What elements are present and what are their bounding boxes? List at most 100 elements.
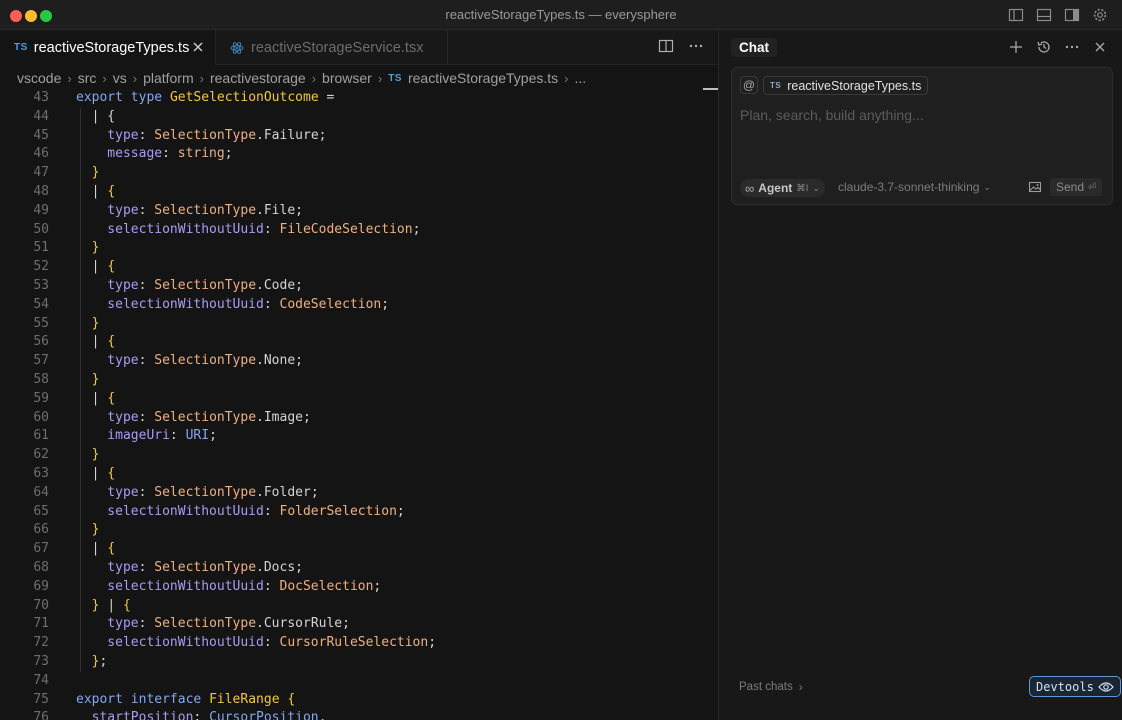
line-number: 63 [33, 466, 49, 481]
devtools-button[interactable]: Devtools [1029, 676, 1121, 697]
code-line[interactable]: 70 } | { [0, 597, 718, 616]
line-number: 43 [33, 90, 49, 105]
more-actions-icon[interactable] [688, 38, 704, 59]
tab-reactive-storage-service[interactable]: reactiveStorageService.tsx [216, 30, 448, 65]
breadcrumb-item[interactable]: vs [113, 70, 127, 86]
code-line[interactable]: 72 selectionWithoutUuid: CursorRuleSelec… [0, 634, 718, 653]
code-line[interactable]: 46 message: string; [0, 145, 718, 164]
model-selector[interactable]: claude-3.7-sonnet-thinking ⌄ [838, 180, 991, 194]
code-line[interactable]: 62 } [0, 446, 718, 465]
close-icon[interactable] [1092, 39, 1108, 55]
code-line[interactable]: 45 type: SelectionType.Failure; [0, 127, 718, 146]
line-content: } | { [76, 597, 131, 613]
past-chats-link[interactable]: Past chats › [739, 680, 803, 694]
agent-mode-button[interactable]: ∞ Agent ⌘I ⌄ [740, 179, 825, 197]
code-line[interactable]: 56 | { [0, 333, 718, 352]
context-file-chip[interactable]: TS reactiveStorageTypes.ts [763, 76, 929, 95]
code-line[interactable]: 52 | { [0, 258, 718, 277]
chat-input[interactable] [740, 104, 1100, 126]
code-line[interactable]: 50 selectionWithoutUuid: FileCodeSelecti… [0, 221, 718, 240]
code-line[interactable]: 51 } [0, 239, 718, 258]
code-line[interactable]: 76 startPosition: CursorPosition, [0, 709, 718, 720]
code-line[interactable]: 47 } [0, 164, 718, 183]
line-number: 76 [33, 710, 49, 720]
line-number: 75 [33, 691, 49, 707]
code-line[interactable]: 66 } [0, 521, 718, 540]
line-number: 66 [33, 522, 49, 538]
model-label: claude-3.7-sonnet-thinking [838, 180, 980, 194]
code-line[interactable]: 71 type: SelectionType.CursorRule; [0, 615, 718, 634]
code-line[interactable]: 58 } [0, 371, 718, 390]
breadcrumb-file[interactable]: reactiveStorageTypes.ts [408, 70, 558, 86]
line-number: 68 [33, 560, 49, 575]
code-line[interactable]: 60 type: SelectionType.Image; [0, 409, 718, 428]
line-content: imageUri: URI; [76, 428, 217, 444]
line-content: | { [76, 259, 116, 275]
more-actions-icon[interactable] [1064, 39, 1080, 55]
devtools-label: Devtools [1036, 679, 1094, 694]
chevron-right-icon: › [798, 680, 803, 694]
code-line[interactable]: 54 selectionWithoutUuid: CodeSelection; [0, 296, 718, 315]
chat-tab[interactable]: Chat [731, 38, 777, 57]
breadcrumb-ellipsis[interactable]: ... [575, 70, 587, 86]
code-line[interactable]: 48 | { [0, 183, 718, 202]
split-editor-icon[interactable] [658, 38, 674, 59]
image-attach-icon[interactable] [1028, 180, 1042, 194]
code-line[interactable]: 68 type: SelectionType.Docs; [0, 559, 718, 578]
code-line[interactable]: 63 | { [0, 465, 718, 484]
toggle-panel-icon[interactable] [1034, 5, 1054, 25]
breadcrumb-item[interactable]: platform [143, 70, 194, 86]
chat-history-icon[interactable] [1036, 39, 1052, 55]
line-content: type: SelectionType.Failure; [76, 127, 327, 143]
code-line[interactable]: 57 type: SelectionType.None; [0, 352, 718, 371]
breadcrumb-item[interactable]: reactivestorage [210, 70, 306, 86]
chevron-right-icon: › [199, 70, 204, 86]
line-content: selectionWithoutUuid: CursorRuleSelectio… [76, 635, 437, 651]
code-line[interactable]: 59 | { [0, 390, 718, 409]
past-chats-label: Past chats [739, 681, 793, 693]
eye-icon [1097, 681, 1114, 693]
chevron-down-icon: ⌄ [812, 182, 820, 193]
add-context-button[interactable]: @ [740, 76, 758, 94]
infinity-icon: ∞ [745, 180, 755, 196]
code-line[interactable]: 74 [0, 672, 718, 691]
line-content: | { [76, 390, 116, 406]
close-icon[interactable] [191, 40, 205, 54]
send-button[interactable]: Send ⏎ [1050, 178, 1103, 196]
line-content: selectionWithoutUuid: FolderSelection; [76, 503, 405, 519]
code-line[interactable]: 65 selectionWithoutUuid: FolderSelection… [0, 503, 718, 522]
chevron-right-icon: › [564, 70, 569, 86]
code-line[interactable]: 61 imageUri: URI; [0, 427, 718, 446]
line-number: 45 [33, 127, 49, 143]
code-line[interactable]: 49 type: SelectionType.File; [0, 202, 718, 221]
settings-gear-icon[interactable] [1090, 5, 1110, 25]
enter-key-icon: ⏎ [1088, 181, 1097, 193]
breadcrumb-item[interactable]: browser [322, 70, 372, 86]
line-number: 67 [33, 541, 49, 557]
toggle-secondary-sidebar-icon[interactable] [1062, 5, 1082, 25]
breadcrumb-item[interactable]: src [78, 70, 97, 86]
code-line[interactable]: 64 type: SelectionType.Folder; [0, 484, 718, 503]
toggle-primary-sidebar-icon[interactable] [1006, 5, 1026, 25]
code-line[interactable]: 69 selectionWithoutUuid: DocSelection; [0, 578, 718, 597]
code-line[interactable]: 67 | { [0, 540, 718, 559]
line-number: 60 [33, 409, 49, 425]
editor-tab-bar: TS reactiveStorageTypes.ts reactiveStora… [0, 30, 718, 65]
new-chat-icon[interactable] [1008, 39, 1024, 55]
typescript-file-icon: TS [388, 72, 402, 84]
line-number: 71 [33, 616, 49, 632]
line-content: | { [76, 184, 116, 199]
code-line[interactable]: 73 }; [0, 653, 718, 672]
code-line[interactable]: 55 } [0, 315, 718, 334]
breadcrumb-item[interactable]: vscode [17, 70, 61, 86]
chevron-right-icon: › [102, 70, 107, 86]
line-number: 53 [33, 278, 49, 293]
code-line[interactable]: 44 | { [0, 108, 718, 127]
code-line[interactable]: 43 export type GetSelectionOutcome = [0, 89, 718, 108]
window-title: reactiveStorageTypes.ts — everysphere [445, 7, 677, 22]
code-line[interactable]: 75 export interface FileRange { [0, 691, 718, 710]
code-line[interactable]: 53 type: SelectionType.Code; [0, 277, 718, 296]
line-content: type: SelectionType.File; [76, 202, 303, 218]
tab-reactive-storage-types[interactable]: TS reactiveStorageTypes.ts [0, 30, 216, 65]
line-number: 44 [33, 108, 49, 124]
